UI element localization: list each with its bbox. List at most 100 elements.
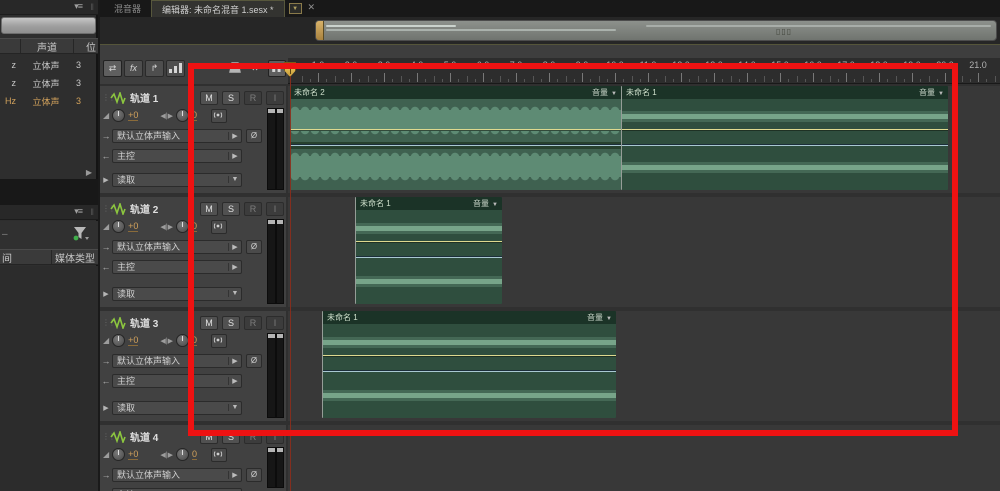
record-arm-button[interactable]: R (244, 90, 262, 105)
filter-funnel-icon[interactable] (72, 226, 90, 241)
pan-knob[interactable] (176, 220, 190, 233)
expand-arrow-icon[interactable]: ▶ (100, 404, 112, 412)
panel-menu-icon[interactable]: ▾≡ (74, 206, 83, 217)
input-monitor-button[interactable]: I (266, 429, 284, 444)
column-media-type[interactable]: 媒体类型 (52, 250, 98, 265)
solo-button[interactable]: S (222, 201, 240, 216)
mute-button[interactable]: M (200, 90, 218, 105)
track-name[interactable]: 轨道 1 (130, 90, 158, 105)
output-dropdown[interactable]: 主控▶ (112, 259, 242, 274)
pan-knob[interactable] (176, 109, 190, 122)
record-arm-button[interactable]: R (244, 429, 262, 444)
input-dropdown[interactable]: 默认立体声输入 ▶ (112, 128, 242, 143)
clip-volume-label[interactable]: 音量 ▼ (919, 87, 944, 98)
clip-volume-label[interactable]: 音量 ▼ (592, 87, 617, 98)
column-bits[interactable]: 位 (74, 39, 98, 54)
volume-knob[interactable] (112, 334, 126, 347)
record-arm-button[interactable]: R (244, 201, 262, 216)
track-grip-icon[interactable]: ⋮⋮ (102, 93, 116, 102)
clip-volume-caret-icon[interactable]: ▼ (492, 202, 498, 208)
playhead-line[interactable] (290, 76, 291, 491)
expand-arrow-icon[interactable]: ▶ (100, 290, 112, 298)
volume-value[interactable]: +0 (128, 335, 139, 346)
volume-value[interactable]: +0 (128, 221, 139, 232)
phase-invert-button[interactable]: Ø (246, 353, 262, 368)
bars-toggle-button[interactable]: ▮▮ (268, 60, 286, 77)
track-lane[interactable] (288, 425, 1000, 491)
column-time[interactable]: 间 (0, 250, 12, 265)
tab-close-icon[interactable]: ✕ (308, 2, 316, 17)
sends-button[interactable]: ↱ (145, 60, 164, 77)
volume-knob[interactable] (112, 109, 126, 122)
overview-scrollbar[interactable] (1, 17, 96, 34)
track-lane[interactable]: 未命名 2 音量 ▼ 未命名 1 音量 ▼ (288, 86, 1000, 193)
track-grip-icon[interactable]: ⋮⋮ (102, 204, 116, 213)
navigator-left-handle[interactable] (316, 21, 324, 40)
clip-volume-label[interactable]: 音量 ▼ (587, 312, 612, 323)
speaker-monitor-button[interactable] (211, 333, 228, 348)
input-monitor-button[interactable]: I (266, 90, 284, 105)
output-dropdown[interactable]: 主控▶ (112, 373, 242, 388)
clip-volume-caret-icon[interactable]: ▼ (606, 316, 612, 322)
volume-knob[interactable] (112, 448, 126, 461)
audio-clip[interactable]: 未命名 1 音量 ▼ (621, 86, 948, 190)
clip-volume-label[interactable]: 音量 ▼ (473, 198, 498, 209)
tab-editor[interactable]: 编辑器: 未命名混音 1.sesx * (151, 0, 285, 17)
track-lane[interactable]: 未命名 1 音量 ▼ (288, 197, 1000, 307)
zoom-navigator-bar[interactable]: ▯▯▯ (315, 20, 997, 41)
clip-volume-caret-icon[interactable]: ▼ (938, 91, 944, 97)
volume-value[interactable]: +0 (128, 449, 139, 460)
eq-button[interactable] (166, 60, 185, 77)
output-dropdown[interactable]: 主控▶ (112, 148, 242, 163)
panel-menu-icon[interactable]: ▾≡ (74, 1, 83, 12)
audio-clip[interactable]: 未命名 2 音量 ▼ (290, 86, 621, 190)
solo-button[interactable]: S (222, 90, 240, 105)
file-row[interactable]: z 立体声 3 (0, 74, 98, 92)
pan-knob[interactable] (176, 448, 190, 461)
volume-envelope-line[interactable] (323, 355, 616, 357)
column-channel[interactable]: 声道 (21, 39, 73, 54)
volume-envelope-line[interactable] (290, 129, 621, 131)
record-arm-button[interactable]: R (244, 315, 262, 330)
track-name[interactable]: 轨道 4 (130, 429, 158, 444)
volume-knob[interactable] (112, 220, 126, 233)
track-lane[interactable]: 未命名 1 音量 ▼ (288, 311, 1000, 421)
phase-invert-button[interactable]: Ø (246, 128, 262, 143)
clip-volume-caret-icon[interactable]: ▼ (611, 91, 617, 97)
input-dropdown[interactable]: 默认立体声输入 ▶ (112, 353, 242, 368)
automation-dropdown[interactable]: 读取 ▼ (112, 286, 242, 301)
tab-dropdown-icon[interactable]: ▼ (288, 3, 302, 14)
track-name[interactable]: 轨道 2 (130, 201, 158, 216)
automation-dropdown[interactable]: 读取 ▼ (112, 400, 242, 415)
snap-button[interactable] (248, 62, 267, 79)
track-grip-icon[interactable]: ⋮⋮ (102, 318, 116, 327)
input-dropdown[interactable]: 默认立体声输入 ▶ (112, 239, 242, 254)
navigator-grip-icon[interactable]: ▯▯▯ (776, 27, 792, 36)
output-dropdown[interactable]: 主控▶ (112, 487, 242, 491)
volume-value[interactable]: +0 (128, 110, 139, 121)
track-name[interactable]: 轨道 3 (130, 315, 158, 330)
solo-button[interactable]: S (222, 315, 240, 330)
io-routing-button[interactable]: ⇄ (103, 60, 122, 77)
speaker-monitor-button[interactable] (211, 219, 228, 234)
expand-arrow-icon[interactable]: ▶ (100, 176, 112, 184)
file-row[interactable]: Hz 立体声 3 (0, 92, 98, 110)
automation-dropdown[interactable]: 读取 ▼ (112, 172, 242, 187)
speaker-monitor-button[interactable] (211, 447, 228, 462)
phase-invert-button[interactable]: Ø (246, 467, 262, 482)
metronome-button[interactable] (228, 62, 247, 79)
pan-value[interactable]: 0 (192, 335, 198, 346)
phase-invert-button[interactable]: Ø (246, 239, 262, 254)
pan-value[interactable]: 0 (192, 110, 198, 121)
panel-splitter[interactable] (0, 179, 98, 205)
timeline-ruler[interactable]: 1.0 2.0 3.0 4.0 5.0 6.0 7.0 8.0 9.0 10.0 11.0 12.0 1… (288, 58, 1000, 84)
pan-value[interactable]: 0 (192, 221, 198, 232)
audio-clip[interactable]: 未命名 1 音量 ▼ (322, 311, 616, 418)
input-monitor-button[interactable]: I (266, 315, 284, 330)
pan-knob[interactable] (176, 334, 190, 347)
mute-button[interactable]: M (200, 429, 218, 444)
volume-envelope-line[interactable] (356, 241, 502, 243)
effects-button[interactable]: fx (124, 60, 143, 77)
solo-button[interactable]: S (222, 429, 240, 444)
tab-mixer[interactable]: 混音器 (104, 0, 151, 17)
